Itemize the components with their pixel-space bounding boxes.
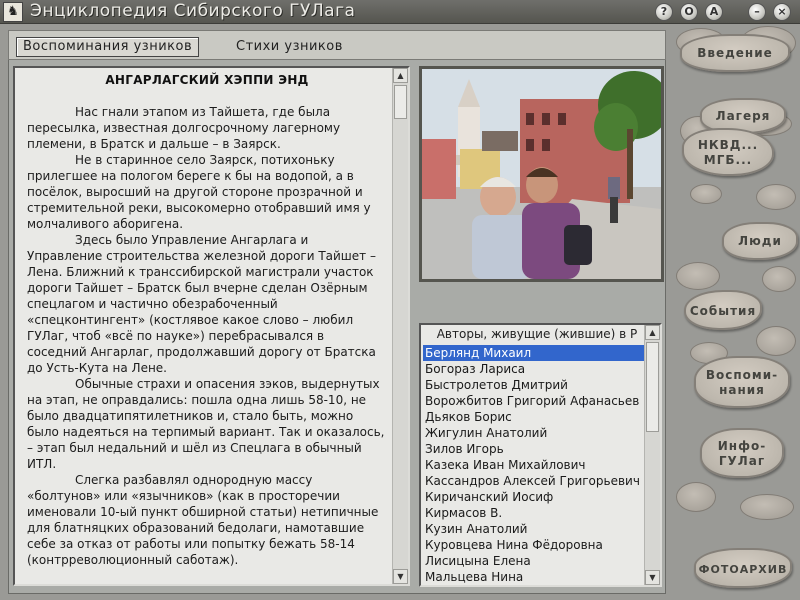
tab-prisoner-poems[interactable]: Стихи узников: [229, 37, 350, 57]
font-button[interactable]: А: [705, 3, 723, 21]
article-title: АНГАРЛАГСКИЙ ХЭППИ ЭНД: [105, 73, 309, 87]
author-photo: [419, 66, 664, 282]
authors-list[interactable]: Авторы, живущие (жившие) в Р Берлянд Мих…: [419, 323, 662, 587]
list-item[interactable]: Дьяков Борис: [423, 409, 645, 425]
tab-prisoner-memoirs[interactable]: Воспоминания узников: [16, 37, 200, 57]
nav-memoirs-label-line2: нания: [719, 383, 765, 397]
about-button[interactable]: О: [680, 3, 698, 21]
nav-info-label-line2: ГУЛаг: [718, 454, 766, 468]
nav-introduction-label: Введение: [697, 46, 773, 60]
authors-list-scrollbar[interactable]: ▲ ▼: [644, 325, 660, 585]
nav-events-label: События: [689, 304, 757, 318]
list-item[interactable]: Ворожбитов Григорий Афанасьев: [423, 393, 645, 409]
list-item[interactable]: Киричанский Иосиф: [423, 489, 645, 505]
article-paragraph: Нас гнали этапом из Тайшета, где была пе…: [27, 105, 341, 151]
scroll-down-arrow-icon[interactable]: ▼: [645, 570, 660, 585]
article-paragraph: Слегка разбавлял однородную массу «болту…: [27, 473, 379, 567]
close-button[interactable]: ×: [773, 3, 791, 21]
list-item[interactable]: Мальцева Нина: [423, 569, 645, 585]
nav-memoirs[interactable]: Воспоми- нания: [694, 356, 790, 408]
article-paragraph: Здесь было Управление Ангарлага и Управл…: [27, 233, 376, 375]
window-title: Энциклопедия Сибирского ГУЛага: [30, 1, 356, 21]
nav-camps-label: Лагеря: [715, 109, 771, 123]
list-item[interactable]: Лисицына Елена: [423, 553, 645, 569]
list-item[interactable]: Казека Иван Михайлович: [423, 457, 645, 473]
nav-introduction[interactable]: Введение: [680, 34, 790, 72]
nav-nkvd-label: НКВД...: [697, 138, 759, 152]
article-scrollbar[interactable]: ▲ ▼: [392, 68, 408, 584]
list-item[interactable]: Зилов Игорь: [423, 441, 645, 457]
nav-people[interactable]: Люди: [722, 222, 798, 260]
nav-info-label-line1: Инфо-: [717, 439, 767, 453]
article-paragraph: Обычные страхи и опасения зэков, выдерну…: [27, 377, 385, 471]
list-item[interactable]: Кирмасов В.: [423, 505, 645, 521]
list-item[interactable]: Куровцева Нина Фёдоровна: [423, 537, 645, 553]
list-item[interactable]: Быстролетов Дмитрий: [423, 377, 645, 393]
scroll-up-arrow-icon[interactable]: ▲: [645, 325, 660, 340]
scroll-up-arrow-icon[interactable]: ▲: [393, 68, 408, 83]
nav-people-label: Люди: [738, 234, 782, 248]
scroll-thumb[interactable]: [646, 342, 659, 432]
nav-memoirs-label-line1: Воспоми-: [705, 368, 779, 382]
authors-list-header: Авторы, живущие (жившие) в Р: [436, 327, 638, 341]
list-item[interactable]: Богораз Лариса: [423, 361, 645, 377]
nav-nkvd-mgb[interactable]: НКВД... МГБ...: [682, 128, 774, 176]
nav-mgb-label: МГБ...: [703, 153, 753, 167]
article-text-panel[interactable]: АНГАРЛАГСКИЙ ХЭППИ ЭНД Нас гнали этапом …: [13, 66, 410, 586]
minimize-button[interactable]: –: [748, 3, 766, 21]
nav-photo-archive[interactable]: ФОТОАРХИВ: [694, 548, 792, 588]
app-icon[interactable]: ♞: [3, 2, 23, 22]
nav-info-gulag[interactable]: Инфо- ГУЛаг: [700, 428, 784, 478]
scroll-thumb[interactable]: [394, 85, 407, 119]
list-item[interactable]: Жигулин Анатолий: [423, 425, 645, 441]
nav-photo-archive-label: ФОТОАРХИВ: [698, 563, 788, 576]
article-paragraph: Не в старинное село Заярск, потихоньку п…: [27, 153, 371, 231]
title-bar: ♞ Энциклопедия Сибирского ГУЛага ? О А –…: [0, 0, 800, 24]
scroll-down-arrow-icon[interactable]: ▼: [393, 569, 408, 584]
help-button[interactable]: ?: [655, 3, 673, 21]
list-item[interactable]: Кузин Анатолий: [423, 521, 645, 537]
tab-bar: Воспоминания узников Стихи узников: [8, 30, 666, 60]
list-item[interactable]: Кассандров Алексей Григорьевич: [423, 473, 645, 489]
list-item[interactable]: Берлянд Михаил: [423, 345, 645, 361]
nav-events[interactable]: События: [684, 290, 762, 330]
